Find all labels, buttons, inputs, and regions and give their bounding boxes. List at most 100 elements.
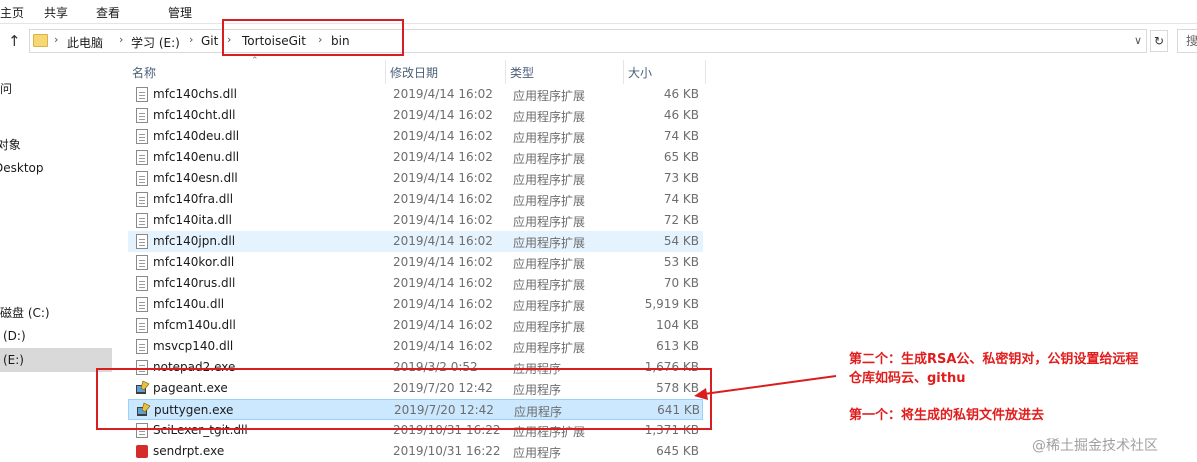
file-row[interactable]: mfc140jpn.dll 2019/4/14 16:02 应用程序扩展 54 KB — [128, 231, 703, 252]
nav-item-drive-d[interactable]: (D:) — [3, 329, 26, 343]
dll-file-icon — [136, 171, 148, 186]
file-size: 54 KB — [663, 234, 699, 248]
file-date: 2019/4/14 16:02 — [393, 339, 493, 353]
file-type: 应用程序扩展 — [513, 131, 586, 145]
file-name: msvcp140.dll — [153, 339, 234, 353]
file-date: 2019/4/14 16:02 — [393, 276, 493, 290]
file-date: 2019/4/14 16:02 — [393, 255, 493, 269]
file-date: 2019/4/14 16:02 — [393, 192, 493, 206]
column-date[interactable]: 修改日期 — [386, 60, 506, 84]
dll-file-icon — [136, 339, 148, 354]
chevron-right-icon[interactable]: › — [189, 33, 193, 46]
file-date: 2019/4/14 16:02 — [393, 150, 493, 164]
file-type: 应用程序扩展 — [513, 278, 586, 292]
file-size: 645 KB — [656, 444, 699, 458]
ribbon-tabs: 主页 共享 查看 管理 — [0, 0, 1197, 24]
up-arrow-icon[interactable]: ↑ — [8, 32, 22, 50]
file-row[interactable]: mfc140rus.dll 2019/4/14 16:02 应用程序扩展 70 KB — [128, 273, 703, 294]
dll-file-icon — [136, 129, 148, 144]
annotation-arrow-icon — [694, 375, 837, 400]
file-name: sendrpt.exe — [153, 444, 225, 458]
file-date: 2019/4/14 16:02 — [393, 318, 493, 332]
file-name: mfc140chs.dll — [153, 87, 237, 101]
address-bar[interactable]: › 此电脑 › 学习 (E:) › Git › TortoiseGit › bi… — [29, 29, 1147, 53]
file-name: mfc140esn.dll — [153, 171, 238, 185]
file-type: 应用程序扩展 — [513, 173, 586, 187]
file-name: mfc140u.dll — [153, 297, 225, 311]
column-size[interactable]: 大小 — [624, 60, 706, 84]
tab-manage[interactable]: 管理 — [168, 4, 192, 21]
file-row[interactable]: mfc140esn.dll 2019/4/14 16:02 应用程序扩展 73 KB — [128, 168, 703, 189]
file-size: 53 KB — [663, 255, 699, 269]
file-row[interactable]: mfc140kor.dll 2019/4/14 16:02 应用程序扩展 53 KB — [128, 252, 703, 273]
chevron-right-icon[interactable]: › — [119, 33, 123, 46]
file-size: 46 KB — [663, 87, 699, 101]
file-date: 2019/4/14 16:02 — [393, 171, 493, 185]
address-row: ↑ › 此电脑 › 学习 (E:) › Git › TortoiseGit › … — [0, 24, 1197, 58]
file-size: 46 KB — [663, 108, 699, 122]
tab-home[interactable]: 主页 — [0, 4, 24, 21]
file-row[interactable]: mfc140u.dll 2019/4/14 16:02 应用程序扩展 5,919 KB — [128, 294, 703, 315]
file-name: mfc140fra.dll — [153, 192, 234, 206]
file-row[interactable]: mfc140deu.dll 2019/4/14 16:02 应用程序扩展 74 KB — [128, 126, 703, 147]
nav-item-desktop-en[interactable]: Desktop — [0, 161, 44, 175]
crumb-drive-e[interactable]: 学习 (E:) — [131, 34, 180, 51]
annotation-note-1: 第一个：将生成的私钥文件放进去 — [849, 408, 1045, 423]
tab-view[interactable]: 查看 — [96, 4, 120, 21]
chevron-right-icon[interactable]: › — [54, 33, 58, 46]
file-type: 应用程序 — [513, 446, 562, 460]
file-row[interactable]: msvcp140.dll 2019/4/14 16:02 应用程序扩展 613 KB — [128, 336, 703, 357]
file-row[interactable]: mfc140enu.dll 2019/4/14 16:02 应用程序扩展 65 KB — [128, 147, 703, 168]
file-size: 74 KB — [663, 129, 699, 143]
file-size: 65 KB — [663, 150, 699, 164]
file-row[interactable]: mfc140fra.dll 2019/4/14 16:02 应用程序扩展 74 KB — [128, 189, 703, 210]
chevron-down-icon[interactable]: ∨ — [1134, 34, 1142, 47]
file-name: mfc140cht.dll — [153, 108, 236, 122]
file-type: 应用程序扩展 — [513, 320, 586, 334]
file-type: 应用程序扩展 — [513, 110, 586, 124]
file-date: 2019/4/14 16:02 — [393, 213, 493, 227]
file-name: mfc140jpn.dll — [153, 234, 236, 248]
dll-file-icon — [136, 234, 148, 249]
file-size: 613 KB — [656, 339, 699, 353]
file-type: 应用程序扩展 — [513, 194, 586, 208]
folder-icon — [33, 34, 48, 47]
file-size: 104 KB — [656, 318, 699, 332]
file-row[interactable]: mfc140ita.dll 2019/4/14 16:02 应用程序扩展 72 KB — [128, 210, 703, 231]
file-date: 2019/4/14 16:02 — [393, 87, 493, 101]
tab-share[interactable]: 共享 — [44, 4, 68, 21]
nav-item-drive-c[interactable]: 本地磁盘 (C:) — [0, 304, 50, 321]
file-row[interactable]: mfc140cht.dll 2019/4/14 16:02 应用程序扩展 46 KB — [128, 105, 703, 126]
file-type: 应用程序扩展 — [513, 215, 586, 229]
file-date: 2019/10/31 16:22 — [393, 444, 501, 458]
dll-file-icon — [136, 297, 148, 312]
highlight-path-box — [222, 19, 404, 56]
annotation-note-2-line-1: 第二个：生成RSA公、私密钥对，公钥设置给远程 — [849, 352, 1139, 367]
dll-file-icon — [136, 192, 148, 207]
watermark: @稀土掘金技术社区 — [1032, 438, 1158, 454]
column-type[interactable]: 类型 — [506, 60, 624, 84]
dll-file-icon — [136, 255, 148, 270]
refresh-icon[interactable]: ↻ — [1150, 30, 1168, 52]
dll-file-icon — [136, 87, 148, 102]
file-row[interactable]: sendrpt.exe 2019/10/31 16:22 应用程序 645 KB — [128, 441, 703, 462]
file-name: mfc140kor.dll — [153, 255, 235, 269]
file-name: mfc140enu.dll — [153, 150, 240, 164]
crumb-this-pc[interactable]: 此电脑 — [67, 34, 103, 51]
file-row[interactable]: mfc140chs.dll 2019/4/14 16:02 应用程序扩展 46 KB — [128, 84, 703, 105]
file-date: 2019/4/14 16:02 — [393, 108, 493, 122]
dll-file-icon — [136, 108, 148, 123]
file-name: mfc140rus.dll — [153, 276, 236, 290]
crumb-git[interactable]: Git — [201, 34, 218, 48]
dll-file-icon — [136, 318, 148, 333]
file-row[interactable]: mfcm140u.dll 2019/4/14 16:02 应用程序扩展 104 KB — [128, 315, 703, 336]
file-type: 应用程序扩展 — [513, 89, 586, 103]
file-size: 73 KB — [663, 171, 699, 185]
nav-item-3d-objects[interactable]: 3D 对象 — [0, 136, 21, 153]
file-date: 2019/4/14 16:02 — [393, 297, 493, 311]
file-size: 74 KB — [663, 192, 699, 206]
search-input[interactable]: 搜 — [1177, 29, 1197, 53]
nav-item-quick-access[interactable]: 访问 — [0, 80, 12, 97]
highlight-files-box — [96, 368, 712, 430]
column-name[interactable]: 名称 — [128, 60, 386, 84]
